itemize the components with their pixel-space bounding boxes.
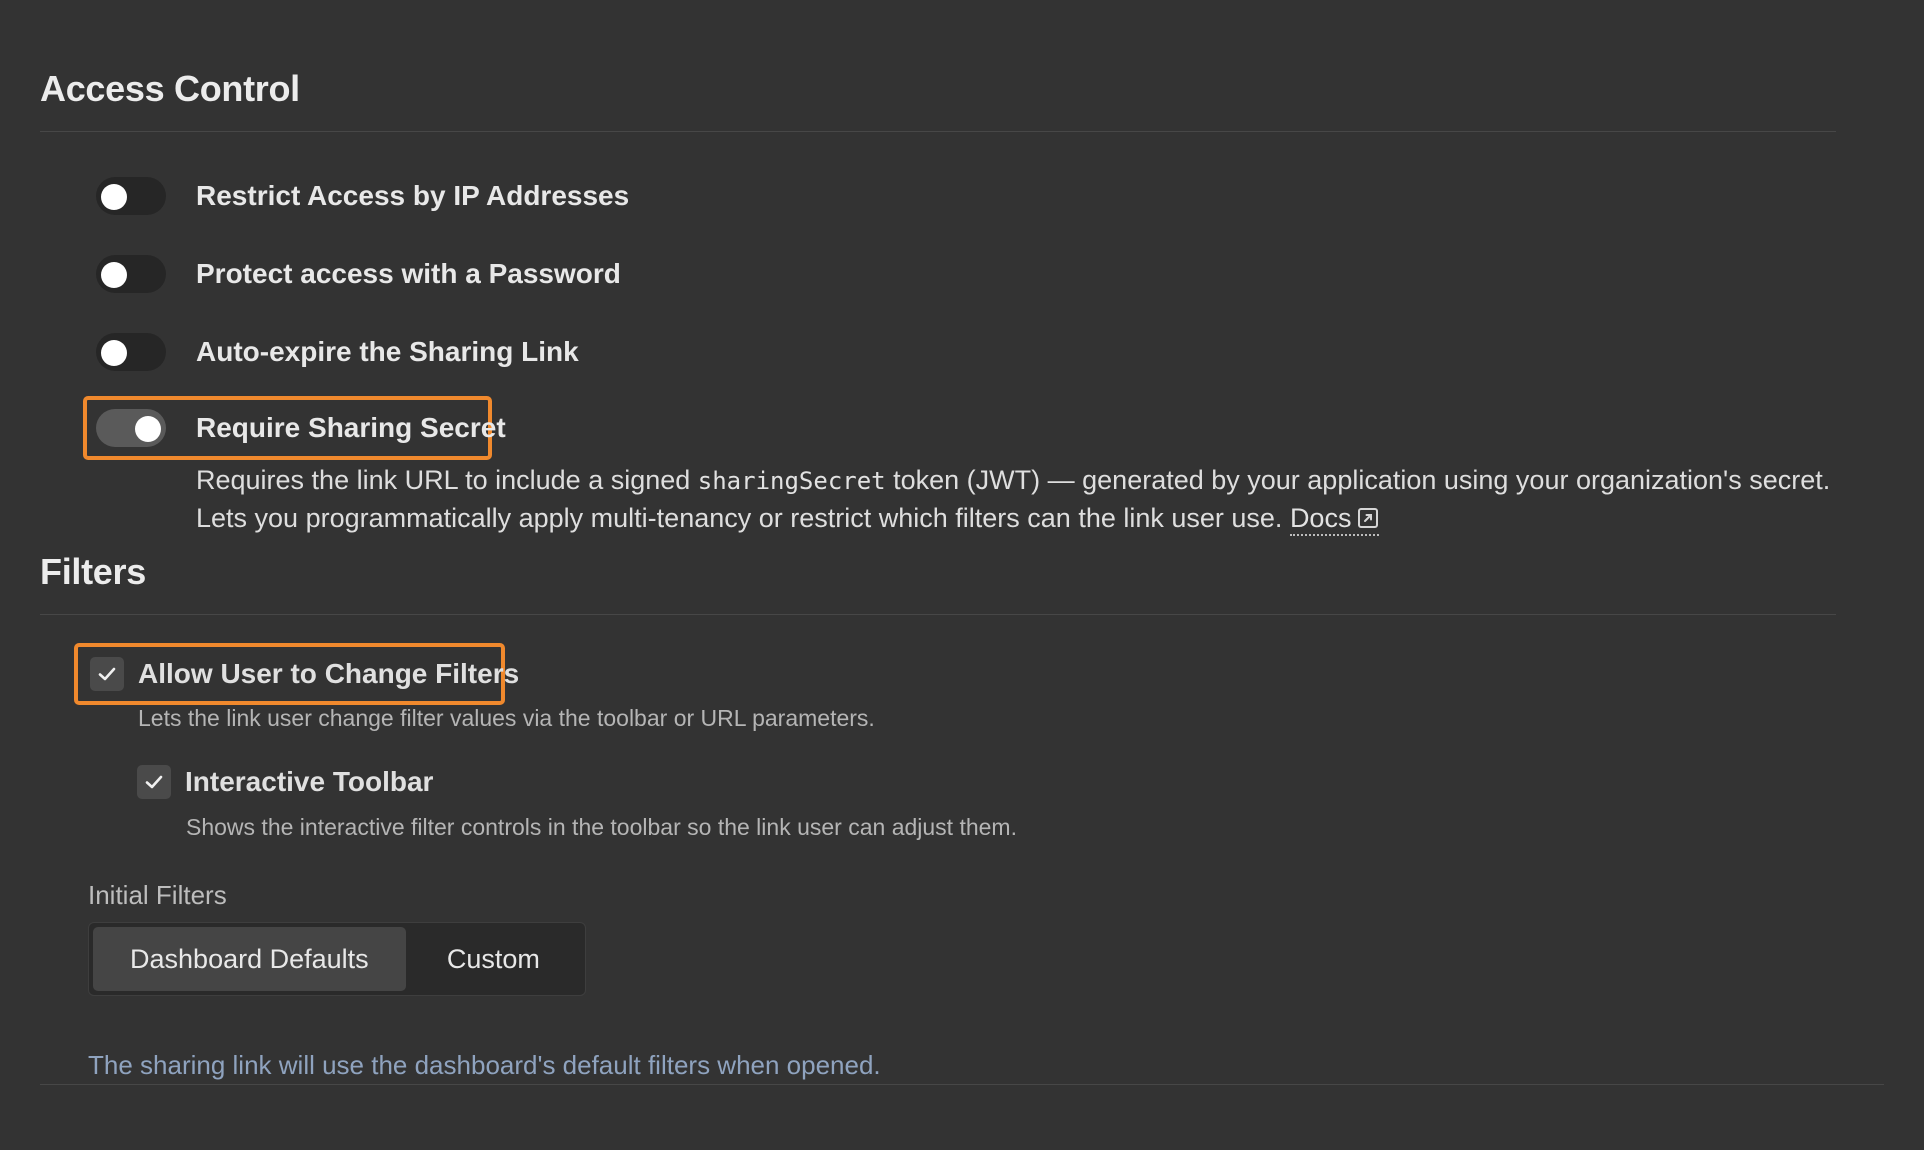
dashboard-defaults-option[interactable]: Dashboard Defaults [93,927,406,991]
allow-change-filters-description: Lets the link user change filter values … [138,705,875,731]
toggle-row-sharing-secret: Require Sharing Secret [96,406,506,450]
section-divider [40,614,1836,615]
interactive-toolbar-checkbox[interactable] [137,765,171,799]
checkmark-icon [145,775,163,789]
initial-filters-label: Initial Filters [88,880,227,910]
toggle-row-ip-restriction: Restrict Access by IP Addresses [96,174,629,218]
allow-change-filters-checkbox[interactable] [90,657,124,691]
sharing-secret-code: sharingSecret [697,467,886,495]
custom-option[interactable]: Custom [406,927,581,991]
section-divider [40,131,1836,132]
ip-restriction-toggle[interactable] [96,177,166,215]
sharing-secret-label: Require Sharing Secret [196,412,506,443]
allow-change-filters-row: Allow User to Change Filters [90,657,519,691]
sharing-secret-toggle[interactable] [96,409,166,447]
toggle-knob [101,262,127,288]
initial-filters-segmented-control: Dashboard Defaults Custom [88,922,586,996]
external-link-icon [1358,508,1379,528]
toggle-row-password: Protect access with a Password [96,252,621,296]
auto-expire-toggle[interactable] [96,333,166,371]
access-control-heading: Access Control [40,68,300,109]
toggle-knob [101,184,127,210]
sharing-settings-panel: Access Control Restrict Access by IP Add… [0,0,1924,1150]
toggle-knob [135,416,161,442]
filters-heading: Filters [40,551,146,592]
password-label: Protect access with a Password [196,258,621,289]
docs-link[interactable]: Docs [1289,503,1380,536]
interactive-toolbar-label: Interactive Toolbar [185,766,434,797]
allow-change-filters-label: Allow User to Change Filters [138,658,520,689]
ip-restriction-label: Restrict Access by IP Addresses [196,180,630,211]
interactive-toolbar-row: Interactive Toolbar [137,765,433,799]
toggle-row-auto-expire: Auto-expire the Sharing Link [96,330,579,374]
auto-expire-label: Auto-expire the Sharing Link [196,336,579,367]
description-text: Requires the link URL to include a signe… [196,465,698,495]
password-toggle[interactable] [96,255,166,293]
interactive-toolbar-description: Shows the interactive filter controls in… [186,814,1017,840]
checkmark-icon [98,667,116,681]
docs-link-label: Docs [1289,503,1352,533]
sharing-secret-description: Requires the link URL to include a signe… [196,462,1836,537]
initial-filters-info: The sharing link will use the dashboard'… [88,1050,881,1080]
toggle-knob [101,340,127,366]
bottom-divider [40,1084,1884,1085]
